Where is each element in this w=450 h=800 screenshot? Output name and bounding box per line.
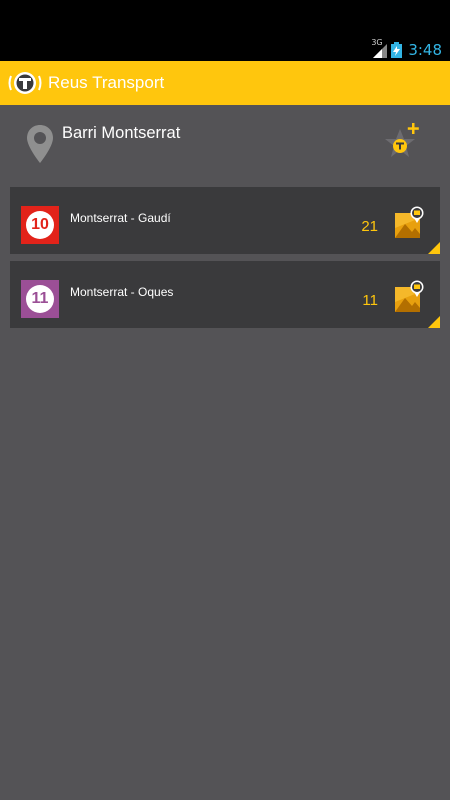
screen: 3G 3:48 Reus Transport Barri Montserrat … bbox=[0, 0, 450, 800]
status-icons: 3G 3:48 bbox=[371, 38, 442, 60]
line-row-10[interactable]: 10 Montserrat - Gaudí 21 bbox=[10, 187, 440, 254]
line-count: 21 bbox=[361, 218, 378, 235]
map-bus-button[interactable] bbox=[394, 206, 426, 240]
stop-name: Barri Montserrat bbox=[62, 124, 181, 142]
corner-indicator bbox=[428, 242, 440, 254]
action-bar: Reus Transport bbox=[0, 61, 450, 105]
stop-header: Barri Montserrat bbox=[0, 105, 450, 180]
line-number: 10 bbox=[26, 211, 54, 239]
map-bus-button[interactable] bbox=[394, 280, 426, 314]
corner-indicator bbox=[428, 316, 440, 328]
app-title: Reus Transport bbox=[48, 73, 165, 92]
line-row-11[interactable]: 11 Montserrat - Oques 11 bbox=[10, 261, 440, 328]
add-favorite-stop-icon bbox=[385, 123, 419, 157]
line-badge: 11 bbox=[21, 280, 59, 318]
line-number: 11 bbox=[26, 285, 54, 313]
network-type: 3G bbox=[371, 38, 383, 47]
status-bar: 3G 3:48 bbox=[0, 0, 450, 61]
map-pin-icon bbox=[27, 125, 53, 163]
line-name: Montserrat - Gaudí bbox=[70, 211, 171, 225]
line-badge: 10 bbox=[21, 206, 59, 244]
map-bus-icon bbox=[395, 280, 424, 312]
line-count: 11 bbox=[362, 292, 378, 309]
map-bus-icon bbox=[395, 206, 424, 238]
add-favorite-button[interactable] bbox=[380, 117, 424, 165]
signal-icon: 3G bbox=[371, 38, 388, 58]
clock: 3:48 bbox=[408, 41, 442, 59]
line-name: Montserrat - Oques bbox=[70, 285, 174, 299]
bus-stop-logo-icon[interactable] bbox=[6, 68, 44, 98]
battery-charging-icon bbox=[391, 42, 403, 58]
